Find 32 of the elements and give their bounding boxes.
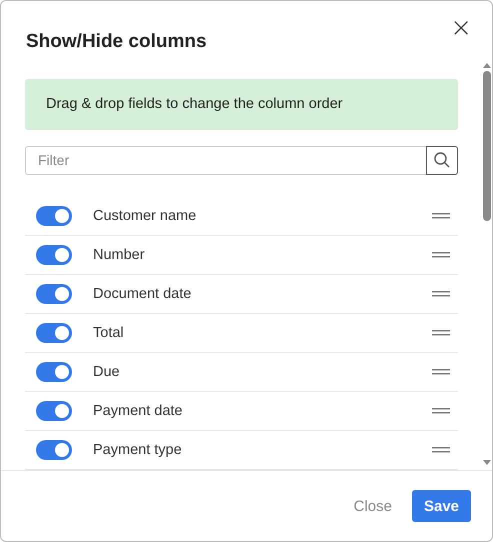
toggle-switch[interactable] [36, 323, 72, 343]
column-name: Customer name [93, 208, 198, 224]
toggle-switch[interactable] [36, 440, 72, 460]
column-name: Payment type [93, 442, 183, 458]
close-button[interactable]: × [446, 15, 476, 41]
filter-field[interactable]: Filter [25, 146, 426, 175]
drag-handle-icon[interactable] [432, 213, 450, 219]
drag-handle-icon[interactable] [432, 447, 450, 453]
search-button[interactable] [426, 146, 458, 175]
column-name: Number [93, 247, 146, 263]
scroll-up-icon[interactable] [483, 63, 491, 69]
toggle-switch[interactable] [36, 362, 72, 382]
drag-handle-icon[interactable] [432, 291, 450, 297]
toggle-switch[interactable] [36, 245, 72, 265]
column-name: Payment date [93, 403, 184, 419]
column-name: Total [93, 325, 125, 341]
dialog-title: Show/Hide columns [26, 31, 207, 53]
column-name: Document date [93, 286, 192, 302]
drag-handle-icon[interactable] [432, 330, 450, 336]
scroll-thumb[interactable] [483, 71, 491, 221]
drag-handle-icon[interactable] [432, 369, 450, 375]
toggle-switch[interactable] [36, 206, 72, 226]
scroll-down-icon[interactable] [483, 460, 491, 466]
toggle-switch[interactable] [36, 284, 72, 304]
column-name: Due [93, 364, 121, 380]
save-button[interactable]: Save [412, 490, 471, 522]
drag-handle-icon[interactable] [432, 252, 450, 258]
drag-handle-icon[interactable] [432, 408, 450, 414]
search-icon [433, 151, 451, 170]
toggle-switch[interactable] [36, 401, 72, 421]
close-text-button[interactable]: Close [350, 492, 396, 520]
info-message: Drag & drop fields to change the column order [25, 79, 458, 130]
